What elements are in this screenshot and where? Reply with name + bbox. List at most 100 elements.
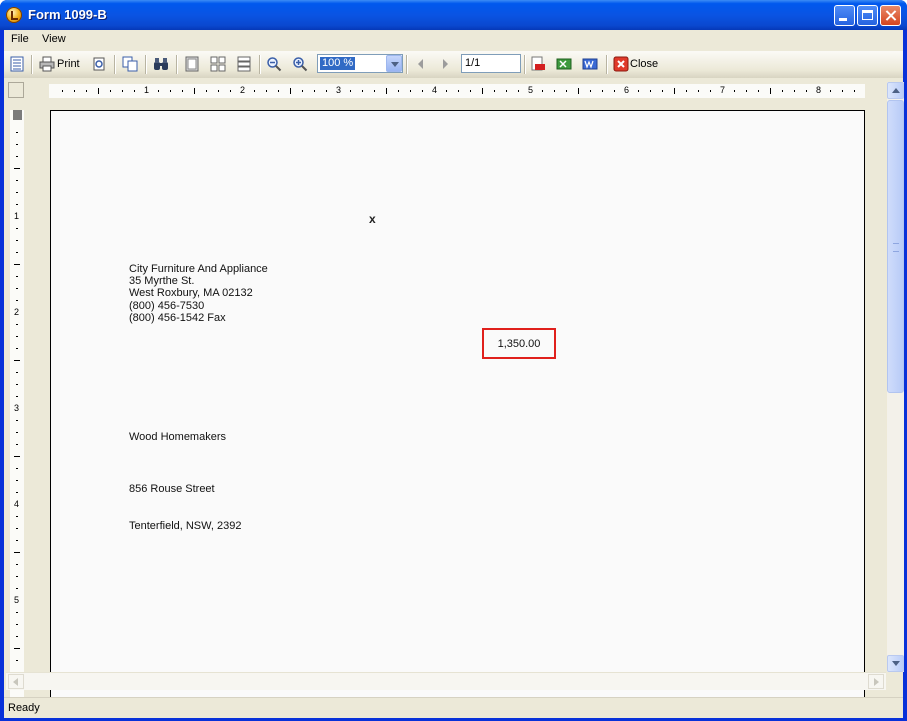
- ruler-tick: [16, 444, 18, 445]
- ruler-tick: [16, 228, 18, 229]
- ruler-tick: [14, 168, 20, 169]
- ruler-tick: [494, 90, 495, 92]
- multiple-pages-icon[interactable]: [210, 56, 226, 72]
- ruler-tick: [446, 90, 447, 92]
- printer-icon[interactable]: [39, 56, 55, 72]
- payer-street: 35 Myrthe St.: [129, 275, 195, 287]
- ruler-number: 5: [528, 85, 534, 95]
- zoom-out-icon[interactable]: [266, 56, 282, 72]
- maximize-button[interactable]: [857, 5, 878, 26]
- copy-icon[interactable]: [122, 56, 138, 72]
- toolbar-separator: [524, 55, 525, 74]
- minimize-button[interactable]: [834, 5, 855, 26]
- ruler-tick: [86, 90, 87, 92]
- ruler-tick: [16, 588, 18, 589]
- binoculars-icon[interactable]: [153, 56, 169, 72]
- menu-file[interactable]: File: [11, 33, 29, 45]
- ruler-tick: [554, 90, 555, 92]
- page-setup-icon[interactable]: [91, 56, 107, 72]
- scroll-up-button[interactable]: [887, 82, 904, 99]
- ruler-tick: [16, 384, 18, 385]
- ruler-tick: [794, 90, 795, 92]
- ruler-number: 6: [624, 85, 630, 95]
- ruler-tick: [16, 564, 18, 565]
- client-area: File View Print 100 % 1/1 Close 1 2 3 4 …: [4, 30, 904, 718]
- ruler-tick: [16, 336, 18, 337]
- close-window-button[interactable]: [880, 5, 901, 26]
- scroll-left-button[interactable]: [8, 674, 24, 689]
- horizontal-scrollbar[interactable]: [6, 672, 886, 690]
- ruler-tick: [770, 88, 771, 94]
- ruler-tick: [506, 90, 507, 92]
- page-number-field[interactable]: 1/1: [461, 54, 521, 73]
- scrollbar-thumb[interactable]: [887, 100, 904, 393]
- ruler-tick: [14, 648, 20, 649]
- zoom-select[interactable]: 100 %: [317, 54, 403, 73]
- ruler-tick: [16, 324, 18, 325]
- report-page: x City Furniture And Appliance 35 Myrthe…: [50, 110, 865, 710]
- ruler-tick: [16, 180, 18, 181]
- ruler-tick: [16, 252, 18, 253]
- ruler-tick: [194, 88, 195, 94]
- toolbar-separator: [606, 55, 607, 74]
- ruler-tick: [16, 300, 18, 301]
- ruler-number: 3: [14, 403, 20, 413]
- app-icon[interactable]: [6, 7, 22, 23]
- vertical-ruler: 1 2 3 4 5: [10, 110, 24, 700]
- menu-bar: File View: [4, 30, 903, 50]
- ruler-tick: [266, 90, 267, 92]
- scroll-down-button[interactable]: [887, 655, 904, 672]
- ruler-tick: [290, 88, 291, 94]
- previous-page-icon[interactable]: [413, 56, 429, 72]
- ruler-tick: [134, 90, 135, 92]
- ruler-number: 5: [14, 595, 20, 605]
- ruler-tick: [16, 576, 18, 577]
- ruler-tick: [122, 90, 123, 92]
- payer-name: City Furniture And Appliance: [129, 263, 268, 275]
- ruler-tick: [14, 264, 20, 265]
- ruler-tick: [842, 90, 843, 92]
- horizontal-ruler: 1 2 3 4 5 6 7 8: [49, 84, 865, 98]
- export-excel-icon[interactable]: [556, 56, 572, 72]
- ruler-tick: [458, 90, 459, 92]
- ruler-tick: [182, 90, 183, 92]
- ruler-tick: [482, 88, 483, 94]
- ruler-tick: [16, 636, 18, 637]
- ruler-tick: [422, 90, 423, 92]
- ruler-tick: [74, 90, 75, 92]
- ruler-tick: [206, 90, 207, 92]
- ruler-tick: [16, 144, 18, 145]
- toolbar-separator: [145, 55, 146, 74]
- ruler-tick: [542, 90, 543, 92]
- ruler-tick: [374, 90, 375, 92]
- close-button[interactable]: Close: [630, 58, 658, 70]
- chevron-down-icon[interactable]: [386, 55, 402, 72]
- next-page-icon[interactable]: [437, 56, 453, 72]
- menu-view[interactable]: View: [42, 33, 66, 45]
- ruler-tick: [16, 624, 18, 625]
- document-map-icon[interactable]: [9, 56, 25, 72]
- ruler-tick: [16, 240, 18, 241]
- vertical-scrollbar[interactable]: [886, 82, 904, 672]
- ruler-tick: [278, 90, 279, 92]
- export-word-icon[interactable]: [582, 56, 598, 72]
- status-bar: Ready: [4, 697, 903, 718]
- ruler-tick: [698, 90, 699, 92]
- ruler-tick: [16, 192, 18, 193]
- ruler-tick: [410, 90, 411, 92]
- single-page-icon[interactable]: [184, 56, 200, 72]
- ruler-tick: [62, 90, 63, 92]
- amount-highlight-box: 1,350.00: [482, 328, 556, 359]
- scroll-right-button[interactable]: [868, 674, 884, 689]
- window-title: Form 1099-B: [28, 7, 107, 22]
- continuous-scroll-icon[interactable]: [236, 56, 252, 72]
- app-window: Form 1099-B File View Print 100 % 1/1 Cl…: [0, 0, 907, 721]
- close-icon[interactable]: [613, 56, 629, 72]
- ruler-tick: [16, 516, 18, 517]
- ruler-tick: [16, 132, 18, 133]
- zoom-in-icon[interactable]: [292, 56, 308, 72]
- title-bar[interactable]: Form 1099-B: [0, 0, 907, 30]
- print-button[interactable]: Print: [57, 58, 80, 70]
- toolbar-separator: [114, 55, 115, 74]
- export-pdf-icon[interactable]: [530, 56, 546, 72]
